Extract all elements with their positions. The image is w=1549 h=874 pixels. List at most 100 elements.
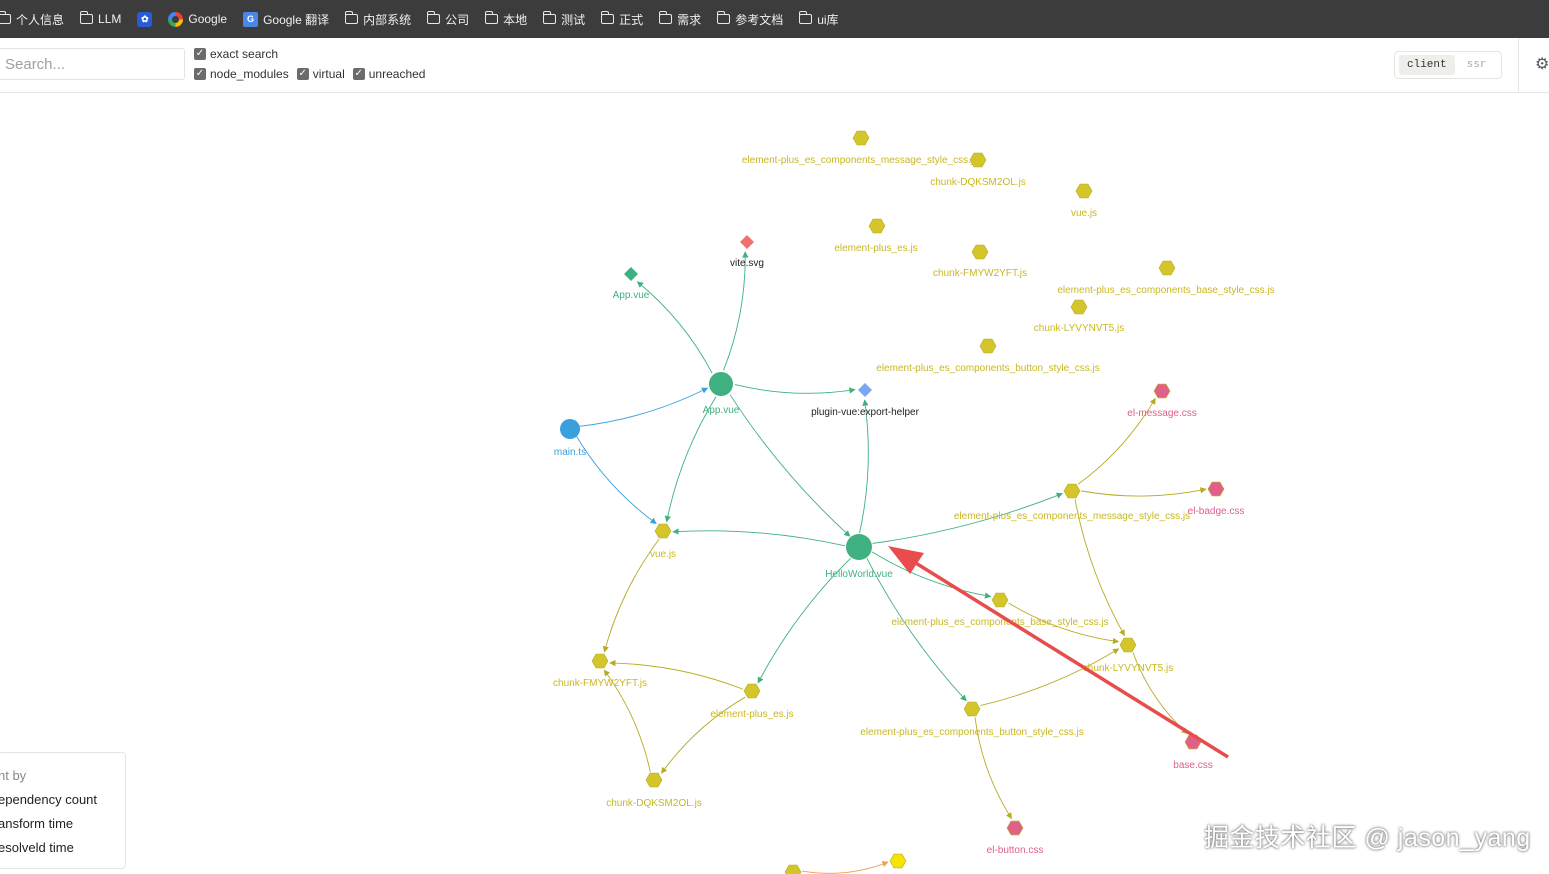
folder-icon: [427, 11, 441, 24]
graph-edge: [723, 251, 749, 371]
graph-node-exporthelper[interactable]: [858, 383, 872, 397]
bookmark-9[interactable]: 正式: [601, 11, 643, 28]
bookmark-12[interactable]: ui库: [799, 11, 839, 28]
bookmark-label: 公司: [445, 12, 470, 27]
graph-edge: [578, 387, 709, 427]
check-icon: ✓: [194, 48, 206, 60]
graph-edge: [1080, 487, 1207, 497]
graph-node-chunkFMY_top[interactable]: [971, 244, 989, 260]
check-icon: ✓: [194, 68, 206, 80]
graph-node-ep_top[interactable]: [868, 218, 886, 234]
graph-node-helloworld[interactable]: [846, 534, 872, 560]
graph-node-appvue[interactable]: [709, 372, 733, 396]
options-row-1: ✓ exact search: [194, 47, 278, 61]
weight-legend: ht by ependency count ansform time esolv…: [0, 752, 126, 869]
graph-edge: [734, 384, 856, 394]
graph-node-label: element-plus_es_components_message_style…: [954, 511, 1190, 522]
folder-icon: [717, 11, 731, 24]
graph-node-chunkLYV[interactable]: [1119, 637, 1137, 653]
graph-node-bottom2[interactable]: [784, 864, 802, 874]
graph-node-msgstyle_top[interactable]: [852, 130, 870, 146]
check-icon: ✓: [296, 68, 309, 80]
graph-node-label: element-plus_es.js: [710, 709, 793, 720]
bookmark-label: 参考文档: [735, 12, 784, 27]
node-modules-checkbox[interactable]: ✓ node_modules: [194, 67, 289, 81]
graph-edge: [801, 861, 889, 874]
module-graph[interactable]: element-plus_es_components_message_style…: [0, 92, 1549, 874]
graph-node-chunkDQK[interactable]: [645, 772, 663, 788]
folder-icon: [345, 11, 359, 24]
bookmark-label: Google 翻译: [263, 12, 330, 27]
virtual-checkbox[interactable]: ✓ virtual: [296, 67, 345, 81]
graph-node-vue_top[interactable]: [1075, 183, 1093, 199]
bookmark-6[interactable]: 公司: [427, 11, 469, 28]
graph-node-appvue_top[interactable]: [624, 267, 638, 281]
graph-node-chunkFMY[interactable]: [591, 653, 609, 669]
bookmark-label: Google: [188, 12, 228, 26]
watermark: 掘金技术社区 @ jason_yang: [1204, 824, 1531, 852]
graph-node-label: App.vue: [613, 290, 650, 301]
graph-node-label: element-plus_es_components_button_style_…: [860, 727, 1083, 738]
graph-node-maints[interactable]: [560, 419, 580, 439]
graph-node-btnstyle[interactable]: [963, 701, 981, 717]
annotation-arrow: [888, 546, 1229, 759]
folder-icon: [601, 11, 615, 24]
graph-node-chunkLYV_top[interactable]: [1070, 299, 1088, 315]
bookmark-label: LLM: [98, 12, 122, 26]
bookmark-11[interactable]: 参考文档: [717, 11, 783, 28]
bookmark-5[interactable]: 内部系统: [345, 11, 411, 28]
graph-node-elmessage[interactable]: [1153, 383, 1171, 399]
folder-icon: [799, 11, 813, 24]
graph-node-basestyle[interactable]: [991, 592, 1009, 608]
bookmark-4[interactable]: G Google 翻译: [243, 11, 329, 28]
graph-node-label: element-plus_es_components_base_style_cs…: [891, 617, 1108, 628]
bookmark-label: 内部系统: [363, 12, 412, 27]
bookmark-2[interactable]: ✿: [137, 11, 153, 27]
graph-edge: [859, 399, 869, 534]
bookmark-label: 个人信息: [16, 12, 65, 27]
graph-node-epjs[interactable]: [743, 683, 761, 699]
legend-option-resolved-time[interactable]: esolveld time: [0, 840, 74, 855]
bookmark-1[interactable]: LLM: [80, 11, 122, 26]
graph-node-msgstyle[interactable]: [1063, 483, 1081, 499]
google-icon: [168, 11, 184, 27]
graph-node-elbadge[interactable]: [1207, 481, 1225, 497]
bookmark-label: 正式: [619, 12, 644, 27]
unreached-checkbox[interactable]: ✓ unreached: [352, 67, 425, 81]
graph-node-vitesvg[interactable]: [740, 235, 754, 249]
bookmark-8[interactable]: 测试: [543, 11, 585, 28]
env-toggle: client ssr: [1394, 51, 1502, 79]
graph-node-vuejs[interactable]: [654, 523, 672, 539]
graph-node-elbutton[interactable]: [1006, 820, 1024, 836]
exact-search-checkbox[interactable]: ✓ exact search: [194, 47, 278, 61]
graph-node-label: element-plus_es.js: [834, 243, 917, 254]
bookmarks-bar: 个人信息 LLM ✿ Google G Google 翻译 内部系统 公司 本地 测试 正式 需求 参考…: [0, 0, 1549, 38]
divider: [1518, 38, 1519, 92]
bookmark-7[interactable]: 本地: [485, 11, 527, 28]
legend-option-transform-time[interactable]: ansform time: [0, 816, 73, 831]
client-button[interactable]: client: [1399, 55, 1455, 75]
graph-node-label: main.ts: [554, 447, 586, 458]
folder-icon: [80, 11, 94, 24]
graph-node-label: vite.svg: [730, 258, 764, 269]
graph-node-bottom1[interactable]: [889, 853, 907, 869]
legend-option-dependency-count[interactable]: ependency count: [0, 792, 97, 807]
graph-settings-icon[interactable]: ⚙: [1535, 54, 1549, 74]
graph-nodes: element-plus_es_components_message_style…: [553, 130, 1275, 874]
graph-edges: [575, 251, 1207, 874]
bookmark-3[interactable]: Google: [168, 11, 228, 27]
bookmark-0[interactable]: 个人信息: [0, 11, 64, 28]
graph-node-label: element-plus_es_components_message_style…: [742, 155, 978, 166]
graph-node-label: chunk-FMYW2YFT.js: [933, 268, 1027, 279]
bookmark-10[interactable]: 需求: [659, 11, 701, 28]
graph-node-basestyle_top[interactable]: [1158, 260, 1176, 276]
bookmark-label: 需求: [677, 12, 702, 27]
graph-node-label: base.css: [1173, 760, 1212, 771]
graph-node-label: chunk-FMYW2YFT.js: [553, 678, 647, 689]
folder-icon: [0, 11, 11, 24]
graph-node-btnstyle_top[interactable]: [979, 338, 997, 354]
graph-node-label: chunk-DQKSM2OL.js: [930, 177, 1026, 188]
ssr-button[interactable]: ssr: [1459, 55, 1495, 75]
search-input[interactable]: [0, 48, 185, 80]
graph-node-label: plugin-vue:export-helper: [811, 407, 920, 418]
